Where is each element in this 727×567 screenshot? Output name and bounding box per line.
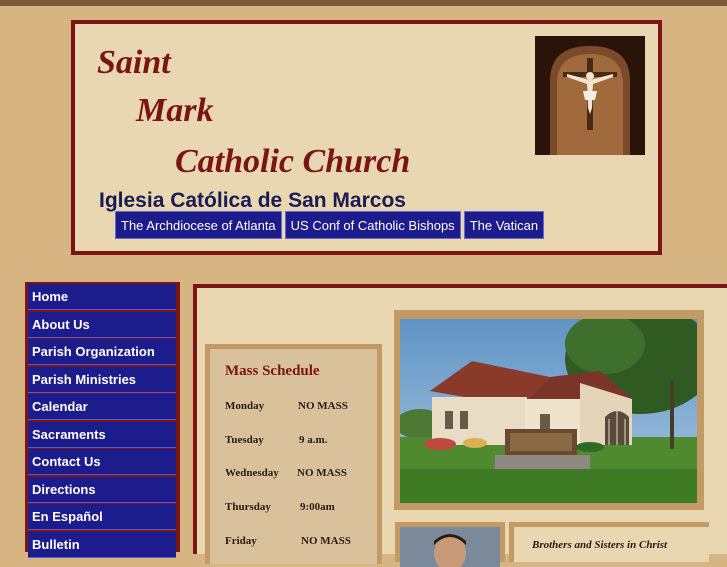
mass-row: Tuesday 9 a.m. xyxy=(225,434,327,446)
main-content: Mass Schedule Monday NO MASS Tuesday 9 a… xyxy=(197,288,727,567)
external-links-bar: The Archdiocese of Atlanta US Conf of Ca… xyxy=(115,211,545,239)
mass-day: Monday xyxy=(225,400,265,412)
church-title-line-3: Catholic Church xyxy=(175,143,411,180)
mass-row: Wednesday NO MASS xyxy=(225,467,347,479)
mass-schedule-panel: Mass Schedule Monday NO MASS Tuesday 9 a… xyxy=(210,349,377,564)
top-strip xyxy=(0,0,727,6)
church-title-line-1: Saint xyxy=(97,44,171,81)
vatican-link[interactable]: The Vatican xyxy=(463,211,545,239)
archdiocese-link[interactable]: The Archdiocese of Atlanta xyxy=(115,211,282,239)
greeting-frame: Brothers and Sisters in Christ xyxy=(509,522,709,562)
mass-schedule-title: Mass Schedule xyxy=(225,363,320,379)
mass-time: NO MASS xyxy=(297,467,347,479)
sidebar-frame: Home About Us Parish Organization Parish… xyxy=(25,282,180,558)
church-title-line-2: Mark xyxy=(136,92,214,129)
nav-sacraments[interactable]: Sacraments xyxy=(28,421,176,448)
mass-row: Friday NO MASS xyxy=(225,535,351,547)
nav-parish-organization[interactable]: Parish Organization xyxy=(28,339,176,365)
mass-time: NO MASS xyxy=(301,535,351,547)
nav-contact-us[interactable]: Contact Us xyxy=(28,449,176,475)
usccb-link[interactable]: US Conf of Catholic Bishops xyxy=(284,211,461,239)
spanish-title: Iglesia Católica de San Marcos xyxy=(99,189,406,212)
nav-about-us[interactable]: About Us xyxy=(28,311,176,338)
nav-calendar[interactable]: Calendar xyxy=(28,394,176,420)
nav-parish-ministries[interactable]: Parish Ministries xyxy=(28,366,176,393)
main-content-frame: Mass Schedule Monday NO MASS Tuesday 9 a… xyxy=(193,284,727,567)
sidebar-nav: Home About Us Parish Organization Parish… xyxy=(28,284,176,559)
church-building-photo xyxy=(400,319,697,503)
church-photo-frame xyxy=(394,310,704,510)
mass-day: Friday xyxy=(225,535,257,547)
mass-day: Wednesday xyxy=(225,467,279,479)
mass-time: NO MASS xyxy=(298,400,348,412)
mass-row: Monday NO MASS xyxy=(225,400,348,412)
pastor-photo-frame xyxy=(395,522,505,567)
mass-time: 9:00am xyxy=(300,501,335,513)
greeting-text: Brothers and Sisters in Christ xyxy=(532,539,668,551)
crucifix-image xyxy=(535,36,645,155)
nav-directions[interactable]: Directions xyxy=(28,476,176,503)
mass-schedule-box: Mass Schedule Monday NO MASS Tuesday 9 a… xyxy=(205,344,382,564)
pastor-photo xyxy=(400,527,500,567)
nav-en-espanol[interactable]: En Español xyxy=(28,504,176,530)
header-banner: Saint Mark Catholic Church Iglesia Catól… xyxy=(71,20,662,255)
header-panel: Saint Mark Catholic Church Iglesia Catól… xyxy=(75,24,658,251)
mass-row: Thursday 9:00am xyxy=(225,501,335,513)
nav-home[interactable]: Home xyxy=(28,284,176,310)
mass-time: 9 a.m. xyxy=(299,434,328,446)
mass-day: Tuesday xyxy=(225,434,264,446)
mass-day: Thursday xyxy=(225,501,271,513)
